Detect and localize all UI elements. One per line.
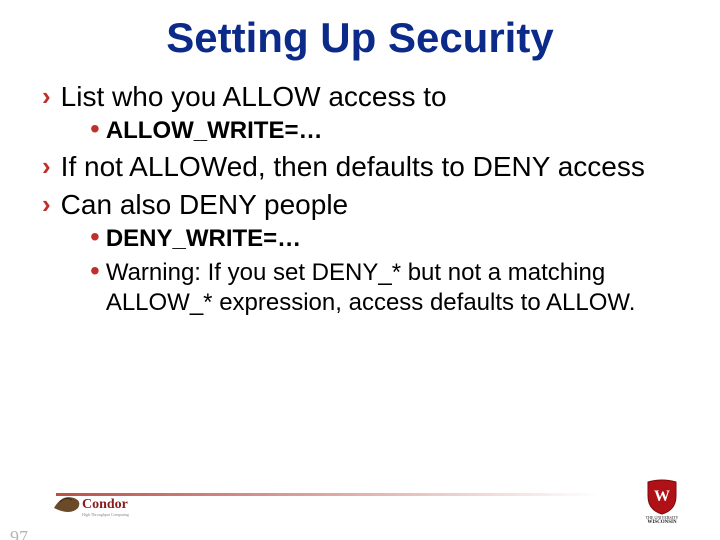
slide-title: Setting Up Security [0, 14, 720, 62]
bullet-3-sub-1: • DENY_WRITE=… [90, 224, 700, 254]
svg-text:WISCONSIN: WISCONSIN [647, 520, 677, 524]
wisconsin-logo-icon: W THE UNIVERSITY WISCONSIN [628, 476, 696, 524]
dot-icon: • [90, 116, 100, 142]
bullet-1-text: List who you ALLOW access to [61, 80, 447, 114]
bullet-2-text: If not ALLOWed, then defaults to DENY ac… [61, 150, 645, 184]
bullet-2: › If not ALLOWed, then defaults to DENY … [42, 150, 700, 184]
condor-logo-text: Condor [82, 497, 128, 512]
chevron-icon: › [42, 150, 51, 182]
bullet-3-sub-2-text: Warning: If you set DENY_* but not a mat… [106, 258, 700, 318]
wisconsin-logo: W THE UNIVERSITY WISCONSIN [628, 476, 696, 524]
condor-logo: Condor High Throughput Computing [52, 486, 162, 520]
chevron-icon: › [42, 188, 51, 220]
condor-logo-icon: Condor High Throughput Computing [52, 486, 162, 520]
bullet-1: › List who you ALLOW access to [42, 80, 700, 114]
svg-text:W: W [654, 488, 670, 505]
page-number: 97 [10, 527, 28, 540]
dot-icon: • [90, 224, 100, 250]
bullet-3-sub-1-text: DENY_WRITE=… [106, 224, 301, 254]
bullet-3-sub-2: • Warning: If you set DENY_* but not a m… [90, 258, 700, 318]
svg-text:High Throughput Computing: High Throughput Computing [82, 512, 129, 517]
bullet-1-sub-1: • ALLOW_WRITE=… [90, 116, 700, 146]
chevron-icon: › [42, 80, 51, 112]
bullet-3-text: Can also DENY people [61, 188, 348, 222]
bullet-1-sub-1-text: ALLOW_WRITE=… [106, 116, 323, 146]
slide: Setting Up Security › List who you ALLOW… [0, 14, 720, 540]
bullet-3: › Can also DENY people [42, 188, 700, 222]
dot-icon: • [90, 258, 100, 284]
slide-content: › List who you ALLOW access to • ALLOW_W… [42, 80, 700, 318]
